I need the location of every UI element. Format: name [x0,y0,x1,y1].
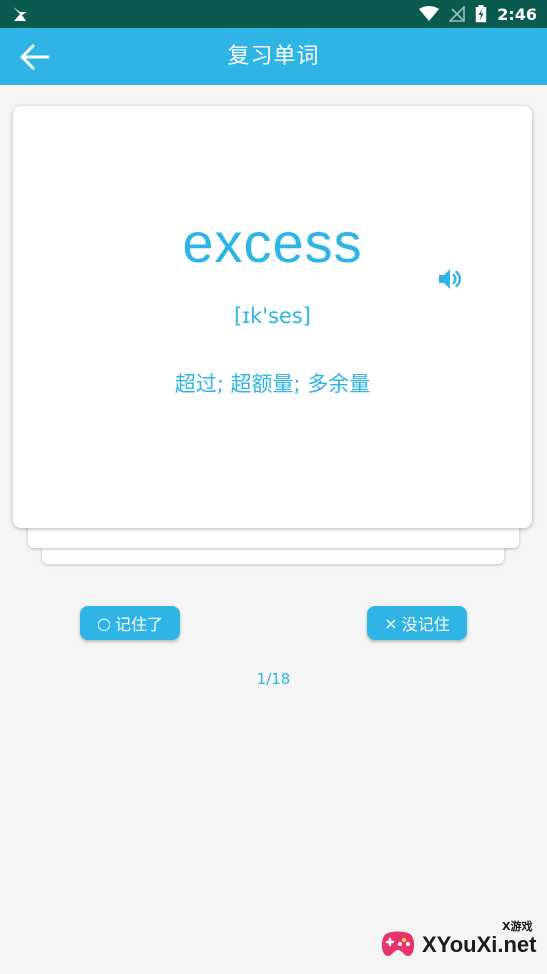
status-time: 2:46 [497,4,537,24]
watermark-text: XYouXi.net [422,932,537,957]
watermark: X游戏 XYouXi.net [378,918,542,970]
circle-icon: ○ [97,613,111,633]
progress-counter: 1/18 [256,670,291,688]
wifi-icon [419,6,440,21]
speaker-icon[interactable] [437,266,463,292]
gamepad-logo-icon [381,931,415,956]
status-bar: 2:46 [0,0,547,28]
remembered-label: 记住了 [114,615,163,634]
no-signal-icon [449,6,466,22]
battery-charging-icon [476,5,487,23]
notification-icon [13,7,27,21]
phonetic-text: [ɪk'ses] [234,304,311,328]
status-icons: 2:46 [419,0,537,28]
remembered-button[interactable]: ○ 记住了 [80,606,180,640]
cross-icon: × [384,613,398,633]
meaning-text: 超过; 超额量; 多余量 [174,372,371,396]
word-card[interactable]: excess [ɪk'ses] 超过; 超额量; 多余量 [13,106,532,528]
app-bar: 复习单词 [0,28,547,85]
forgot-button[interactable]: × 没记住 [367,606,467,640]
forgot-label: 没记住 [401,615,450,634]
page-title: 复习单词 [227,44,320,69]
